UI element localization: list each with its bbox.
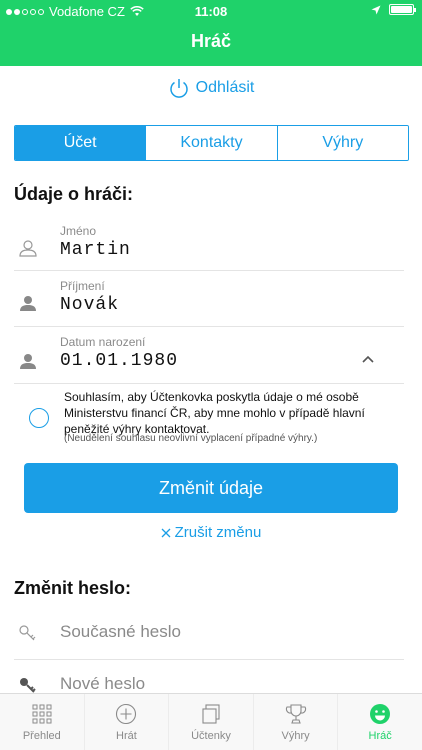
tabbar-play-label: Hrát: [116, 730, 137, 742]
birth-date-value[interactable]: 01.01.1980: [60, 351, 178, 371]
cancel-change-label: Zrušit změnu: [174, 524, 262, 541]
first-name-field[interactable]: Jméno Martin: [14, 216, 404, 271]
change-details-button[interactable]: Změnit údaje: [24, 463, 398, 513]
smiley-icon: [370, 704, 391, 724]
bottom-tab-bar: Přehled Hrát Účtenky Výhry Hráč: [0, 693, 422, 750]
first-name-label: Jméno: [60, 224, 97, 238]
last-name-field[interactable]: Příjmení Novák: [14, 271, 404, 327]
consent-checkbox[interactable]: [29, 408, 49, 428]
close-icon: [161, 528, 171, 537]
tabbar-player[interactable]: Hráč: [338, 694, 422, 750]
new-password-placeholder: Nové heslo: [60, 674, 146, 693]
tabbar-play[interactable]: Hrát: [85, 694, 170, 750]
status-bar: Vodafone CZ 11:08: [0, 0, 422, 22]
logout-label: Odhlásit: [195, 79, 255, 96]
trophy-icon: [285, 704, 306, 724]
tab-winnings[interactable]: Výhry: [277, 126, 408, 160]
tab-account[interactable]: Účet: [15, 126, 147, 160]
tabbar-overview-label: Přehled: [22, 730, 61, 742]
first-name-value[interactable]: Martin: [60, 240, 131, 260]
birth-date-label: Datum narození: [60, 335, 146, 349]
last-name-value[interactable]: Novák: [60, 295, 119, 315]
receipts-icon: [202, 704, 220, 724]
person-icon: [20, 354, 36, 369]
account-tabs: Účet Kontakty Výhry: [14, 125, 409, 161]
person-outline-icon: [19, 240, 37, 257]
tabbar-receipts-label: Účtenky: [191, 730, 231, 742]
current-password-field[interactable]: Současné heslo: [14, 606, 404, 660]
password-section-title: Změnit heslo:: [14, 578, 132, 598]
birth-date-field[interactable]: Datum narození 01.01.1980: [14, 327, 404, 384]
consent-note: (Neudělení souhlasu neovlivní vyplacení …: [64, 433, 318, 444]
status-time: 11:08: [194, 4, 228, 19]
key-outline-icon: [19, 625, 36, 641]
grid-icon: [32, 704, 52, 724]
tabbar-overview[interactable]: Přehled: [0, 694, 85, 750]
last-name-label: Příjmení: [60, 279, 105, 293]
person-icon: [20, 296, 36, 311]
plus-circle-icon: [116, 703, 137, 725]
power-icon: [169, 79, 188, 98]
location-arrow-icon: [371, 5, 381, 14]
player-section-title: Údaje o hráči:: [14, 184, 134, 204]
tabbar-receipts[interactable]: Účtenky: [169, 694, 254, 750]
tabbar-winnings-label: Výhry: [281, 730, 310, 742]
logout-button[interactable]: Odhlásit: [0, 76, 422, 100]
tabbar-player-label: Hráč: [368, 730, 392, 742]
current-password-placeholder: Současné heslo: [60, 622, 181, 641]
tabbar-winnings[interactable]: Výhry: [254, 694, 339, 750]
cancel-change-button[interactable]: Zrušit změnu: [0, 524, 422, 541]
page-title: Hráč: [190, 31, 232, 51]
tab-contacts[interactable]: Kontakty: [146, 126, 278, 160]
consent-block: Souhlasím, aby Účtenkovka poskytla údaje…: [14, 385, 404, 445]
consent-text: Souhlasím, aby Účtenkovka poskytla údaje…: [64, 390, 365, 436]
app-header: Vodafone CZ 11:08 Hráč: [0, 0, 422, 66]
chevron-up-icon[interactable]: [362, 353, 374, 365]
battery-icon: [389, 4, 416, 15]
